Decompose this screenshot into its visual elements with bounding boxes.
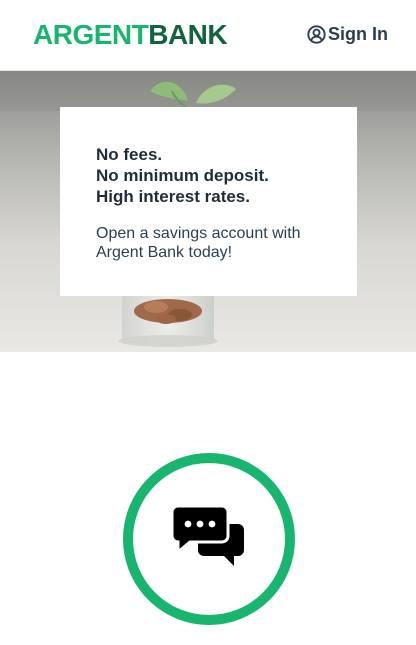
promo-subtext: Open a savings account with Argent Bank … [96, 225, 301, 261]
promo-card: No fees. No minimum deposit. High intere… [60, 107, 357, 296]
sign-in-link[interactable]: Sign In [307, 22, 388, 46]
logo-text-bank: BANK [148, 19, 228, 50]
chat-bubbles-icon [170, 504, 246, 575]
user-circle-icon [307, 24, 326, 44]
site-header: ARGENTBANK Sign In [0, 0, 416, 71]
promo-line-no-fees: No fees. [96, 145, 163, 164]
argent-bank-logo[interactable]: ARGENTBANK [33, 18, 228, 52]
chat-feature-icon-circle [123, 453, 295, 625]
promo-heading: No fees. No minimum deposit. High intere… [96, 144, 337, 207]
promo-line-no-minimum: No minimum deposit. [96, 166, 269, 185]
promo-line-interest: High interest rates. [96, 187, 250, 206]
sign-in-label: Sign In [328, 23, 388, 44]
logo-text-argent: ARGENT [33, 19, 149, 50]
